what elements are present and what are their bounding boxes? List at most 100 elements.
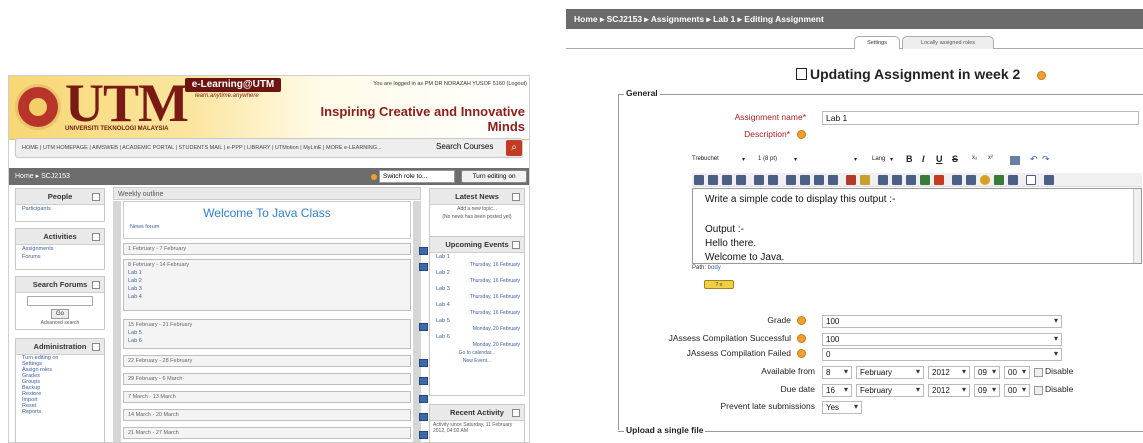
due-year-select[interactable]: 2012 [928, 384, 970, 397]
logged-in-info[interactable]: You are logged in as PM DR NORAZAH YUSOF… [341, 81, 527, 87]
font-size-select[interactable]: 1 (8 pt) [758, 156, 777, 162]
unlink-icon[interactable] [920, 175, 930, 185]
redo-icon[interactable]: ↷ [1042, 154, 1050, 165]
new-event-link[interactable]: New Event... [430, 357, 524, 365]
media-icon[interactable] [994, 175, 1004, 185]
lab-link[interactable]: Lab 4 [128, 292, 406, 300]
event-link[interactable]: Lab 5 [430, 317, 524, 325]
breadcrumb-text[interactable]: Home ▸ SCJ2153 ▸ Assignments ▸ Lab 1 ▸ E… [574, 14, 824, 25]
highlight-icon[interactable] [419, 247, 428, 255]
clean-icon[interactable] [1010, 156, 1020, 165]
event-link[interactable]: Lab 3 [430, 285, 524, 293]
strikethrough-icon[interactable]: S [952, 154, 958, 164]
highlight-icon[interactable] [419, 431, 428, 439]
news-forum-link[interactable]: News forum [124, 220, 410, 234]
highlight-icon[interactable] [419, 377, 428, 385]
event-link[interactable]: Lab 6 [430, 333, 524, 341]
text-color-icon[interactable] [846, 175, 856, 185]
switch-role-select[interactable]: Switch role to... [371, 170, 455, 183]
underline-icon[interactable]: U [936, 154, 943, 164]
superscript-icon[interactable]: x² [988, 155, 993, 161]
highlight-icon[interactable] [419, 413, 428, 421]
due-day-select[interactable]: 16 [822, 384, 852, 397]
due-minute-select[interactable]: 00 [1004, 384, 1030, 397]
style-select-chevron-icon[interactable]: ▾ [854, 156, 857, 163]
event-link[interactable]: Lab 1 [430, 253, 524, 261]
ltr-icon[interactable] [754, 175, 764, 185]
tab-locally-assigned-roles[interactable]: Locally assigned roles [902, 36, 994, 49]
available-month-select[interactable]: February [856, 366, 924, 379]
search-icon[interactable]: ⌕ [506, 140, 522, 156]
html-source-icon[interactable] [1026, 175, 1036, 185]
lab-link[interactable]: Lab 6 [128, 336, 406, 344]
forums-link[interactable]: Forums [16, 253, 104, 261]
lab-link[interactable]: Lab 1 [128, 268, 406, 276]
fullscreen-icon[interactable] [1044, 175, 1054, 185]
undo-icon[interactable]: ↶ [1030, 154, 1038, 165]
add-topic-link[interactable]: Add a new topic... [430, 205, 524, 213]
horizontal-rule-icon[interactable] [878, 175, 888, 185]
collapse-icon[interactable] [92, 233, 100, 241]
available-disable-checkbox[interactable] [1034, 368, 1043, 377]
subscript-icon[interactable]: x₂ [972, 155, 977, 161]
search-forums-input[interactable] [27, 296, 93, 306]
editor-scrollbar[interactable] [1133, 189, 1141, 263]
background-color-icon[interactable] [860, 175, 870, 185]
justify-icon[interactable] [736, 175, 746, 185]
path-body-link[interactable]: body [708, 265, 721, 271]
compilation-failed-select[interactable]: 0 [822, 348, 1062, 361]
table-icon[interactable] [966, 175, 976, 185]
help-icon[interactable] [1037, 71, 1046, 80]
collapse-icon[interactable] [92, 193, 100, 201]
align-left-icon[interactable] [694, 175, 704, 185]
prevent-late-select[interactable]: Yes [822, 401, 862, 414]
available-day-select[interactable]: 8 [822, 366, 852, 379]
collapse-icon[interactable] [92, 343, 100, 351]
ordered-list-icon[interactable] [786, 175, 796, 185]
lang-select[interactable]: Lang [872, 156, 885, 162]
collapse-icon[interactable] [512, 193, 520, 201]
nolink-icon[interactable] [934, 175, 944, 185]
compilation-successful-select[interactable]: 100 [822, 333, 1062, 346]
assignments-link[interactable]: Assignments [16, 245, 104, 253]
collapse-icon[interactable] [512, 409, 520, 417]
assignment-name-input[interactable]: Lab 1 [822, 111, 1139, 125]
go-button[interactable]: Go [51, 309, 69, 319]
participants-link[interactable]: Participants [16, 205, 104, 213]
link-icon[interactable] [906, 175, 916, 185]
smiley-icon[interactable] [980, 175, 990, 185]
turn-editing-on-button[interactable]: Turn editing on [461, 170, 527, 183]
outdent-icon[interactable] [814, 175, 824, 185]
indent-icon[interactable] [828, 175, 838, 185]
lab-link[interactable]: Lab 3 [128, 284, 406, 292]
due-disable-checkbox[interactable] [1034, 386, 1043, 395]
editor-help-icon[interactable]: ? ≡ [704, 280, 734, 289]
align-right-icon[interactable] [722, 175, 732, 185]
image-icon[interactable] [952, 175, 962, 185]
lab-link[interactable]: Lab 2 [128, 276, 406, 284]
event-link[interactable]: Lab 4 [430, 301, 524, 309]
highlight-icon[interactable] [419, 263, 428, 271]
advanced-search-link[interactable]: Advanced search [16, 319, 104, 327]
available-minute-select[interactable]: 00 [1004, 366, 1030, 379]
help-icon[interactable] [797, 130, 806, 139]
rtl-icon[interactable] [768, 175, 778, 185]
grade-select[interactable]: 100 [822, 315, 1062, 328]
due-hour-select[interactable]: 09 [974, 384, 1000, 397]
align-center-icon[interactable] [708, 175, 718, 185]
bold-icon[interactable]: B [906, 154, 913, 164]
help-icon[interactable] [797, 349, 806, 358]
nav-links[interactable]: HOME | UTM HOMEPAGE | AIMSWEB | ACADEMIC… [22, 145, 382, 151]
highlight-icon[interactable] [419, 323, 428, 331]
font-family-select[interactable]: Trebuchet [692, 156, 719, 162]
highlight-icon[interactable] [419, 359, 428, 367]
special-char-icon[interactable] [1008, 175, 1018, 185]
go-to-calendar-link[interactable]: Go to calendar... [430, 349, 524, 357]
tab-settings[interactable]: Settings [854, 36, 900, 49]
available-hour-select[interactable]: 09 [974, 366, 1000, 379]
collapse-icon[interactable] [92, 281, 100, 289]
collapse-icon[interactable] [512, 241, 520, 249]
available-year-select[interactable]: 2012 [928, 366, 970, 379]
description-editor[interactable]: Write a simple code to display this outp… [692, 188, 1142, 264]
anchor-icon[interactable] [892, 175, 902, 185]
